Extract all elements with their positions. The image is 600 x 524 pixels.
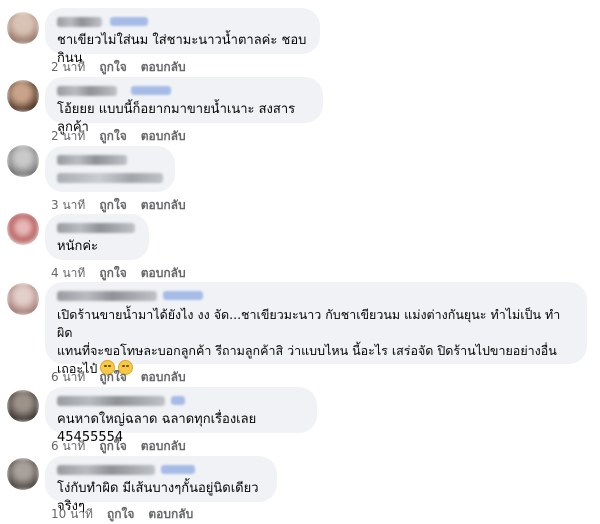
reply-button[interactable]: ตอบกลับ	[141, 60, 186, 74]
author-tag-blurred	[171, 396, 185, 405]
reply-button[interactable]: ตอบกลับ	[141, 370, 186, 384]
reply-button[interactable]: ตอบกลับ	[141, 266, 186, 280]
comment-time[interactable]: 6 นาที	[51, 439, 85, 453]
comment-actions: 6 นาที ถูกใจ ตอบกลับ	[51, 368, 200, 387]
author-name-blurred[interactable]	[57, 155, 127, 165]
like-button[interactable]: ถูกใจ	[99, 129, 126, 143]
comment-text-blurred	[57, 173, 163, 183]
like-button[interactable]: ถูกใจ	[99, 60, 126, 74]
comment-bubble: หนักค่ะ	[45, 214, 149, 260]
comment-bubble: โง่กับทำผิด มีเส้นบางๆกั้นอยู่นิดเดียวจร…	[45, 456, 277, 514]
comment-actions: 2 นาที ถูกใจ ตอบกลับ	[51, 58, 200, 77]
comment-time[interactable]: 4 นาที	[51, 266, 85, 280]
reply-button[interactable]: ตอบกลับ	[141, 439, 186, 453]
avatar[interactable]	[7, 145, 39, 177]
avatar[interactable]	[7, 390, 39, 422]
like-button[interactable]: ถูกใจ	[99, 370, 126, 384]
avatar[interactable]	[7, 458, 39, 490]
comment-bubble	[45, 146, 175, 192]
like-button[interactable]: ถูกใจ	[99, 198, 126, 212]
like-button[interactable]: ถูกใจ	[107, 507, 134, 521]
author-name-blurred[interactable]	[57, 86, 117, 96]
reply-button[interactable]: ตอบกลับ	[141, 198, 186, 212]
comment-bubble: โอ้ยยย แบบนี้ก็อยากมาขายน้ำเนาะ สงสารลูก…	[45, 77, 323, 135]
comment-text: หนักค่ะ	[57, 239, 99, 254]
comment-bubble: คนหาดใหญ่ฉลาด ฉลาดทุกเรื่องเลย 45455554	[45, 387, 317, 445]
comment-time[interactable]: 2 นาที	[51, 129, 85, 143]
comment-actions: 4 นาที ถูกใจ ตอบกลับ	[51, 264, 200, 283]
comment-bubble: ชาเขียวไม่ใส่นม ใส่ชามะนาวน้ำตาลค่ะ ชอบก…	[45, 8, 320, 66]
author-tag-blurred	[163, 291, 203, 300]
avatar[interactable]	[7, 12, 39, 44]
comment-time[interactable]: 6 นาที	[51, 370, 85, 384]
comment-time[interactable]: 3 นาที	[51, 198, 85, 212]
comment-time[interactable]: 10 นาที	[51, 507, 93, 521]
reply-button[interactable]: ตอบกลับ	[148, 507, 193, 521]
avatar[interactable]	[7, 213, 39, 245]
avatar[interactable]	[7, 283, 39, 315]
comment-time[interactable]: 2 นาที	[51, 60, 85, 74]
comment-actions: 2 นาที ถูกใจ ตอบกลับ	[51, 127, 200, 146]
like-button[interactable]: ถูกใจ	[99, 266, 126, 280]
author-name-blurred[interactable]	[57, 465, 155, 475]
comment-actions: 10 นาที ถูกใจ ตอบกลับ	[51, 505, 207, 524]
author-name-blurred[interactable]	[57, 17, 102, 27]
author-tag-blurred	[110, 17, 148, 26]
author-tag-blurred	[161, 465, 195, 474]
author-name-blurred[interactable]	[57, 396, 165, 406]
author-name-blurred[interactable]	[57, 291, 157, 301]
comment-actions: 3 นาที ถูกใจ ตอบกลับ	[51, 196, 200, 215]
author-tag-blurred	[131, 86, 171, 95]
author-name-blurred[interactable]	[57, 223, 135, 233]
reply-button[interactable]: ตอบกลับ	[141, 129, 186, 143]
comment-bubble: เปิดร้านขายน้ำมาได้ยังไง งง จัด...ชาเขีย…	[45, 282, 587, 376]
like-button[interactable]: ถูกใจ	[99, 439, 126, 453]
avatar[interactable]	[7, 80, 39, 112]
comment-actions: 6 นาที ถูกใจ ตอบกลับ	[51, 437, 200, 456]
